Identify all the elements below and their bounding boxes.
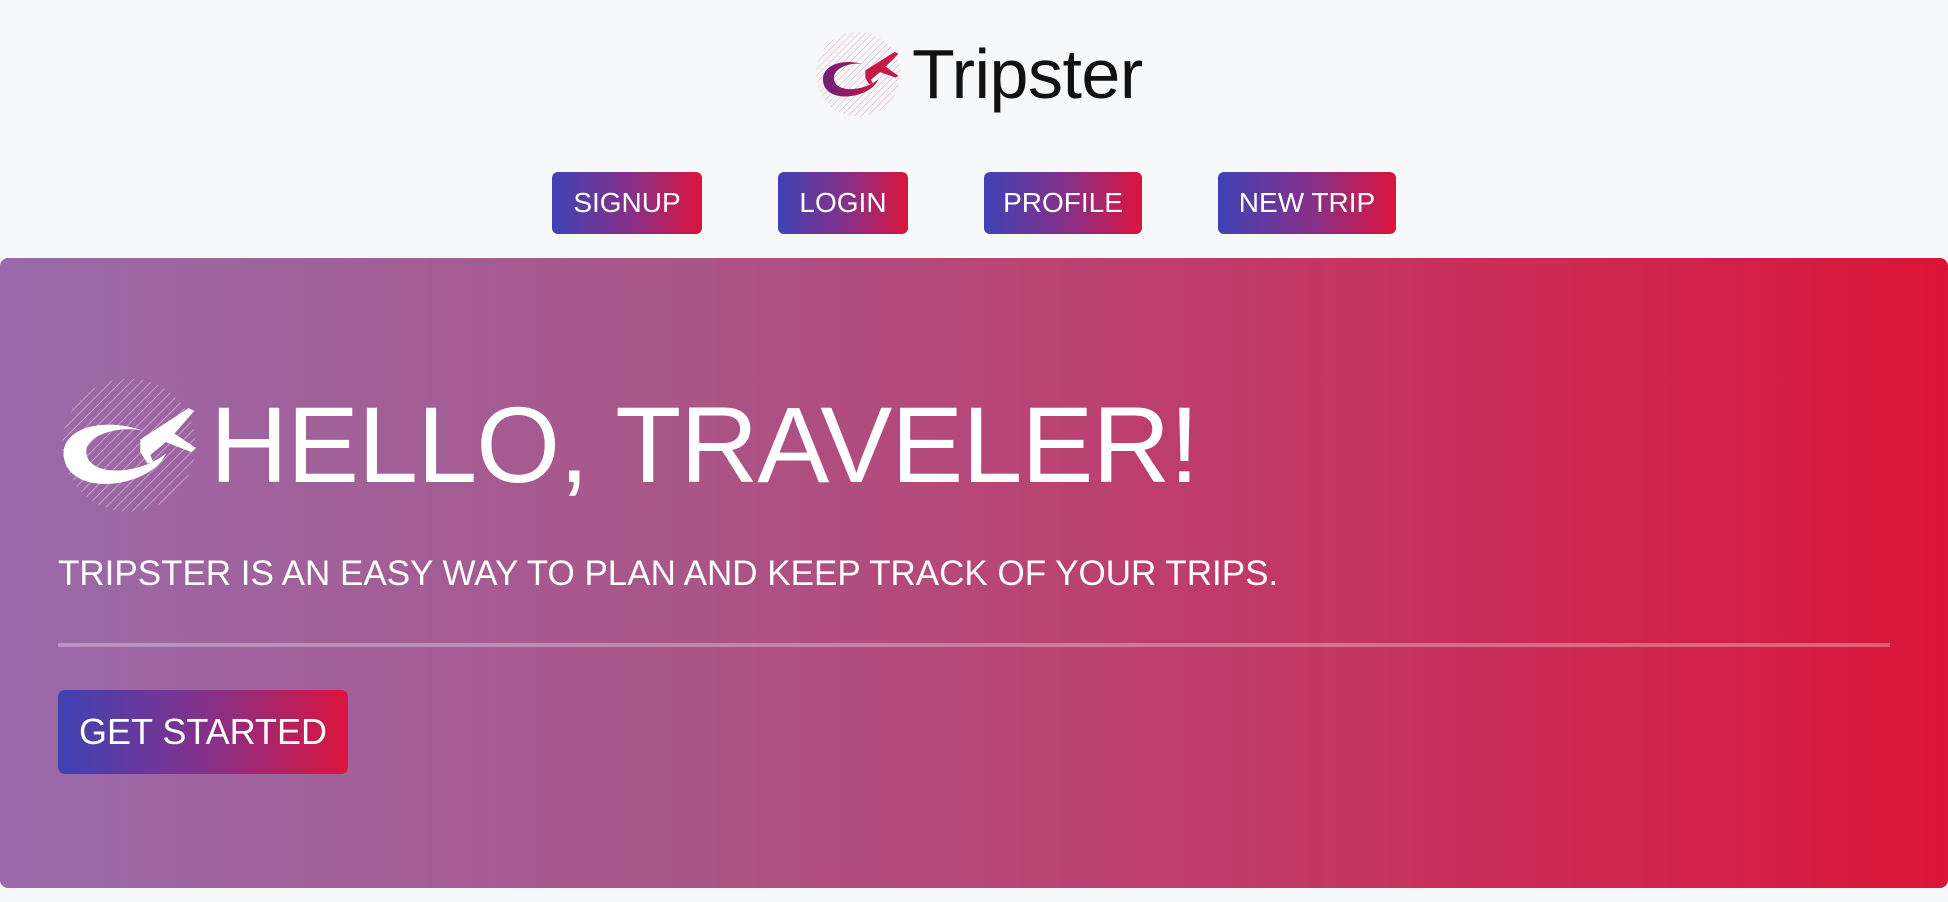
hero-heading: HELLO, TRAVELER! (58, 372, 1199, 518)
hero-title: HELLO, TRAVELER! (210, 384, 1199, 505)
login-button[interactable]: LOGIN (778, 172, 908, 234)
signup-button[interactable]: SIGNUP (552, 172, 702, 234)
airplane-globe-icon (62, 378, 196, 512)
hero-divider (58, 643, 1890, 647)
hero-banner: HELLO, TRAVELER! TRIPSTER IS AN EASY WAY… (0, 258, 1948, 888)
profile-button[interactable]: PROFILE (984, 172, 1142, 234)
brand[interactable]: Tripster (812, 26, 1143, 122)
brand-name: Tripster (912, 35, 1143, 113)
new-trip-button[interactable]: NEW TRIP (1218, 172, 1396, 234)
hero-subtitle: TRIPSTER IS AN EASY WAY TO PLAN AND KEEP… (58, 554, 1279, 593)
airplane-globe-icon (815, 31, 901, 117)
site-header: Tripster SIGNUP LOGIN PROFILE NEW TRIP (0, 0, 1948, 258)
get-started-button[interactable]: GET STARTED (58, 690, 348, 774)
main-nav: SIGNUP LOGIN PROFILE NEW TRIP (0, 172, 1948, 234)
